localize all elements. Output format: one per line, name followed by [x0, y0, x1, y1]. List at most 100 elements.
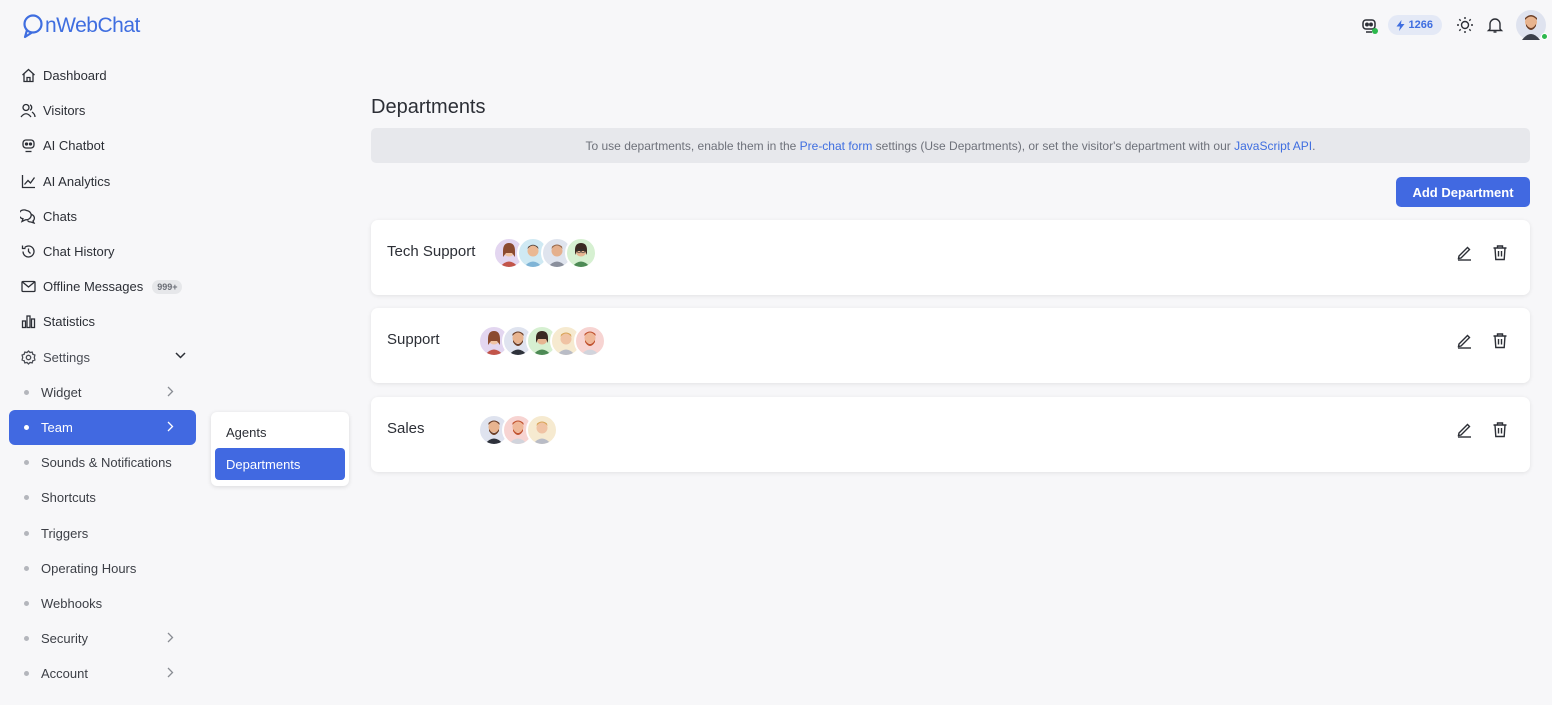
member-avatars: [478, 325, 606, 357]
chevron-right-icon: [167, 667, 174, 678]
mail-icon: [20, 281, 36, 293]
top-bar: 1266: [1354, 10, 1548, 40]
sidebar-item-label: Security: [41, 631, 88, 647]
bullet-dot: [24, 530, 29, 536]
sidebar-item-label: Statistics: [43, 314, 96, 330]
sidebar-item-triggers[interactable]: Triggers: [9, 515, 196, 550]
page-title: Departments: [371, 96, 486, 118]
sidebar-item-sounds-notifications[interactable]: Sounds & Notifications: [9, 445, 196, 480]
sidebar-item-chat-history[interactable]: Chat History: [9, 234, 196, 269]
agent-avatar: [574, 325, 606, 357]
delete-button[interactable]: [1490, 419, 1510, 439]
sidebar-item-label: Operating Hours: [41, 560, 137, 576]
sidebar-item-operating-hours[interactable]: Operating Hours: [9, 551, 196, 586]
info-banner: To use departments, enable them in the P…: [371, 128, 1530, 163]
bullet-dot: [24, 495, 29, 501]
department-name: Support: [387, 331, 440, 348]
sidebar-item-label: Offline Messages: [43, 279, 144, 295]
sidebar-item-widget[interactable]: Widget: [9, 375, 196, 410]
sidebar-item-label: Sounds & Notifications: [41, 455, 172, 471]
sidebar-item-label: Widget: [41, 384, 82, 400]
logo-text: nWebChat: [45, 14, 140, 37]
department-card: Tech Support: [371, 220, 1530, 295]
delete-button[interactable]: [1490, 242, 1510, 262]
sidebar-item-label: Triggers: [41, 525, 89, 541]
sidebar-item-label: Account: [41, 666, 88, 682]
sidebar-item-dashboard[interactable]: Dashboard: [9, 58, 196, 93]
sidebar-item-statistics[interactable]: Statistics: [9, 304, 196, 339]
sidebar-item-visitors[interactable]: Visitors: [9, 93, 196, 128]
bot-status-dot: [1371, 28, 1378, 34]
sidebar-item-team[interactable]: Team: [9, 409, 196, 446]
offline-count-badge: 999+: [152, 279, 183, 294]
sidebar-item-ai-analytics[interactable]: AI Analytics: [9, 164, 196, 199]
bar-chart-icon: [21, 315, 35, 329]
chevron-right-icon: [167, 421, 174, 432]
bullet-dot: [24, 389, 29, 395]
pencil-icon: [1457, 246, 1471, 261]
sidebar-item-label: AI Analytics: [43, 173, 111, 189]
sidebar-item-webhooks[interactable]: Webhooks: [9, 586, 196, 621]
online-status-dot: [1541, 33, 1548, 40]
pencil-icon: [1457, 423, 1471, 438]
sidebar-item-chats[interactable]: Chats: [9, 199, 196, 234]
credits-badge[interactable]: 1266: [1387, 15, 1442, 35]
sidebar-item-settings[interactable]: Settings: [9, 340, 196, 375]
pre-chat-form-link[interactable]: Pre-chat form: [800, 139, 873, 153]
department-card: Sales: [371, 397, 1530, 472]
team-flyout-menu: Agents Departments: [211, 412, 349, 486]
ai-bot-status-button[interactable]: [1354, 10, 1384, 40]
card-actions: [1454, 330, 1510, 350]
info-text: To use departments, enable them in the: [585, 138, 800, 153]
sidebar-item-offline-messages[interactable]: Offline Messages 999+: [9, 269, 196, 304]
chevron-down-icon: [175, 351, 186, 359]
lightning-icon: [1396, 19, 1405, 31]
trash-icon: [1493, 244, 1507, 260]
add-department-button[interactable]: Add Department: [1396, 177, 1530, 207]
sidebar-item-ai-chatbot[interactable]: AI Chatbot: [9, 128, 196, 163]
history-icon: [21, 245, 35, 258]
flyout-item-departments[interactable]: Departments: [215, 448, 345, 480]
brand-logo[interactable]: nWebChat: [22, 13, 140, 39]
sidebar-item-security[interactable]: Security: [9, 621, 196, 656]
sun-icon: [1457, 17, 1473, 33]
sidebar-item-label: Visitors: [43, 103, 86, 119]
notifications-button[interactable]: [1480, 10, 1510, 40]
department-name: Tech Support: [387, 243, 476, 260]
edit-button[interactable]: [1454, 330, 1474, 350]
user-avatar[interactable]: [1516, 10, 1548, 40]
bullet-dot: [24, 600, 29, 606]
gear-icon: [20, 349, 36, 365]
sidebar-item-label: Dashboard: [43, 68, 107, 84]
sidebar-item-label: Settings: [43, 349, 90, 365]
chart-line-icon: [21, 174, 35, 188]
sidebar-item-shortcuts[interactable]: Shortcuts: [9, 480, 196, 515]
member-avatars: [478, 414, 558, 446]
chevron-right-icon: [167, 386, 174, 397]
info-text: settings (Use Departments), or set the v…: [872, 138, 1235, 153]
credits-count: 1266: [1408, 19, 1433, 31]
sidebar: Dashboard Visitors AI Chatbot AI Analyti…: [9, 58, 196, 691]
sidebar-item-label: Shortcuts: [41, 490, 96, 506]
sidebar-item-label: Team: [41, 419, 73, 435]
flyout-item-agents[interactable]: Agents: [215, 416, 345, 448]
trash-icon: [1493, 421, 1507, 437]
bullet-dot: [24, 636, 29, 642]
edit-button[interactable]: [1454, 419, 1474, 439]
avatar-image: [581, 331, 599, 355]
sidebar-item-label: Chats: [43, 208, 77, 224]
users-icon: [20, 104, 36, 118]
card-actions: [1454, 419, 1510, 439]
info-text: .: [1312, 138, 1316, 153]
sidebar-item-account[interactable]: Account: [9, 656, 196, 691]
theme-toggle-button[interactable]: [1450, 10, 1480, 40]
javascript-api-link[interactable]: JavaScript API: [1234, 139, 1312, 153]
home-icon: [21, 68, 35, 83]
card-actions: [1454, 242, 1510, 262]
robot-icon: [21, 139, 35, 153]
chat-bubble-logo-icon: [23, 14, 43, 39]
agent-avatar: [565, 237, 597, 269]
sidebar-item-label: AI Chatbot: [43, 138, 105, 154]
delete-button[interactable]: [1490, 330, 1510, 350]
edit-button[interactable]: [1454, 242, 1474, 262]
